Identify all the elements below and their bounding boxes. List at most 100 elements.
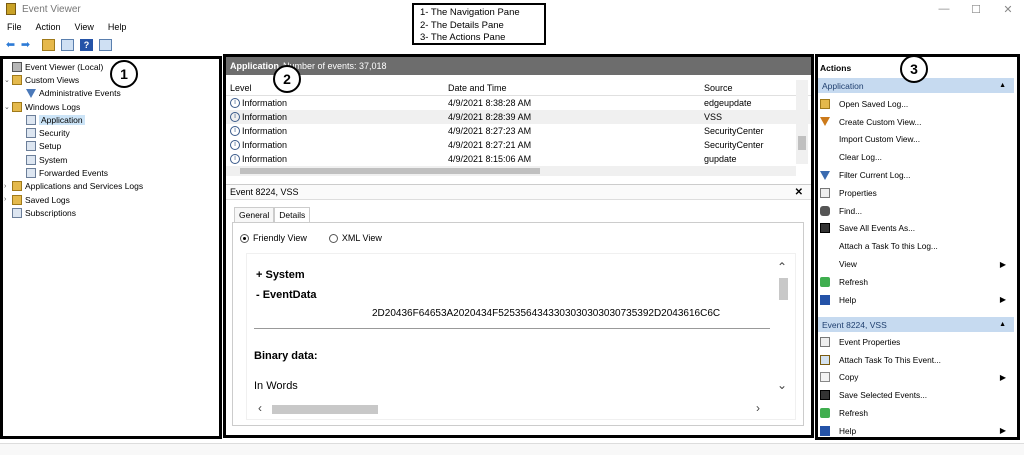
tab-details[interactable]: Details: [274, 207, 311, 222]
chevron-right-icon[interactable]: ›: [4, 183, 12, 190]
information-icon: i: [230, 126, 240, 136]
events-vertical-scrollbar[interactable]: [796, 80, 808, 164]
folder-up-icon[interactable]: [42, 39, 55, 51]
show-hide-tree-icon[interactable]: [61, 39, 74, 51]
tab-general[interactable]: General: [234, 207, 275, 222]
forward-arrow-icon[interactable]: ➡: [19, 39, 32, 51]
submenu-arrow-icon: ▶: [999, 259, 1006, 269]
table-row[interactable]: i Information 4/9/2021 8:27:21 AM Securit…: [226, 138, 811, 152]
refresh-icon: [820, 276, 830, 287]
scroll-down-icon[interactable]: ⌄: [777, 378, 787, 392]
system-node[interactable]: + System: [256, 269, 305, 281]
menu-help[interactable]: Help: [101, 20, 134, 34]
action-copy[interactable]: Copy ▶: [820, 369, 1014, 387]
minimize-button[interactable]: —: [928, 0, 960, 18]
events-horizontal-scrollbar[interactable]: [226, 166, 796, 176]
column-header-source[interactable]: Source: [704, 83, 804, 93]
action-import-custom-view[interactable]: Import Custom View...: [820, 131, 1014, 149]
maximize-button[interactable]: ☐: [960, 0, 992, 18]
tree-item-windows-logs[interactable]: ⌄ Windows Logs: [4, 100, 218, 113]
menu-file[interactable]: File: [0, 20, 29, 34]
eventdata-node[interactable]: - EventData: [256, 289, 317, 301]
event-title: Event 8224, VSS: [230, 187, 299, 197]
folder-icon: [12, 101, 22, 112]
tree-item-saved-logs[interactable]: › Saved Logs: [4, 193, 218, 206]
binary-data-label: Binary data:: [254, 350, 318, 362]
chevron-down-icon[interactable]: ⌄: [4, 103, 12, 111]
menu-bar: File Action View Help: [0, 20, 133, 34]
information-icon: i: [230, 98, 240, 108]
actions-section-event[interactable]: Event 8224, VSS ▲: [818, 317, 1014, 332]
submenu-arrow-icon: ▶: [999, 372, 1006, 382]
event-tabs: General Details: [234, 207, 311, 222]
details-horizontal-scrollbar[interactable]: ‹ ›: [254, 401, 774, 415]
table-row[interactable]: i Information 4/9/2021 8:38:28 AM edgeupd…: [226, 96, 811, 110]
scroll-up-icon[interactable]: ⌃: [777, 260, 787, 274]
save-icon: [820, 390, 830, 401]
action-refresh[interactable]: Refresh: [820, 273, 1014, 291]
action-find[interactable]: Find...: [820, 202, 1014, 220]
action-help-event[interactable]: Help ▶: [820, 422, 1014, 440]
chevron-down-icon[interactable]: ⌄: [4, 76, 12, 84]
scroll-right-icon[interactable]: ›: [756, 401, 760, 415]
hex-data: 2D20436F64653A2020434F525356434330303030…: [372, 308, 721, 319]
action-event-properties[interactable]: Event Properties: [820, 333, 1014, 351]
help-icon: [820, 425, 830, 436]
action-clear-log[interactable]: Clear Log...: [820, 148, 1014, 166]
tree-item-application[interactable]: Application: [4, 113, 218, 126]
log-icon: [26, 168, 36, 179]
find-icon: [820, 205, 830, 216]
legend-item-navigation: 1- The Navigation Pane: [420, 7, 520, 18]
marker-2: 2: [273, 65, 301, 93]
table-row[interactable]: i Information 4/9/2021 8:28:39 AM VSS: [226, 110, 811, 124]
help-icon[interactable]: ?: [80, 39, 93, 51]
folder-open-icon: [820, 98, 830, 109]
chevron-right-icon[interactable]: ›: [4, 196, 12, 203]
show-hide-action-pane-icon[interactable]: [99, 39, 112, 51]
collapse-icon[interactable]: ▲: [999, 321, 1006, 328]
details-vertical-scrollbar[interactable]: ⌃ ⌄: [777, 260, 789, 398]
tree-item-forwarded-events[interactable]: Forwarded Events: [4, 166, 218, 179]
events-table: Level Date and Time Source i Information …: [226, 80, 811, 178]
action-view[interactable]: View ▶: [820, 255, 1014, 273]
tree-item-subscriptions[interactable]: Subscriptions: [4, 206, 218, 219]
tree-item-administrative-events[interactable]: Administrative Events: [4, 87, 218, 100]
close-icon[interactable]: ✕: [795, 187, 803, 198]
action-attach-task-to-event[interactable]: Attach Task To This Event...: [820, 351, 1014, 369]
table-row[interactable]: i Information 4/9/2021 8:27:23 AM Securit…: [226, 124, 811, 138]
action-properties[interactable]: Properties: [820, 184, 1014, 202]
scroll-left-icon[interactable]: ‹: [258, 401, 262, 415]
tree-item-security[interactable]: Security: [4, 126, 218, 139]
actions-title: Actions: [820, 63, 852, 73]
submenu-arrow-icon: ▶: [999, 295, 1006, 305]
help-icon: [820, 294, 830, 305]
column-header-level[interactable]: Level: [226, 83, 448, 93]
event-viewer-app-icon: [6, 3, 16, 15]
close-button[interactable]: ✕: [992, 0, 1024, 18]
tree-item-system[interactable]: System: [4, 153, 218, 166]
collapse-icon[interactable]: ▲: [999, 82, 1006, 89]
table-row[interactable]: i Information 4/9/2021 8:15:06 AM gupdate: [226, 152, 811, 166]
legend-item-actions: 3- The Actions Pane: [420, 32, 506, 43]
action-filter-current-log[interactable]: Filter Current Log...: [820, 166, 1014, 184]
action-help[interactable]: Help ▶: [820, 291, 1014, 309]
action-save-all-events-as[interactable]: Save All Events As...: [820, 220, 1014, 238]
column-header-date-time[interactable]: Date and Time: [448, 83, 704, 93]
friendly-view-radio[interactable]: [240, 233, 249, 243]
action-create-custom-view[interactable]: Create Custom View...: [820, 113, 1014, 131]
properties-icon: [820, 187, 830, 198]
log-icon: [26, 114, 36, 125]
back-arrow-icon[interactable]: ⬅: [4, 39, 17, 51]
marker-1: 1: [110, 60, 138, 88]
xml-view-radio[interactable]: [328, 233, 338, 243]
tree-item-applications-and-services-logs[interactable]: › Applications and Services Logs: [4, 180, 218, 193]
filter-icon: [26, 88, 36, 98]
menu-action[interactable]: Action: [29, 20, 68, 34]
action-attach-task-to-log[interactable]: Attach a Task To this Log...: [820, 237, 1014, 255]
action-open-saved-log[interactable]: Open Saved Log...: [820, 95, 1014, 113]
action-refresh-event[interactable]: Refresh: [820, 404, 1014, 422]
action-save-selected-events[interactable]: Save Selected Events...: [820, 386, 1014, 404]
save-icon: [820, 223, 830, 234]
tree-item-setup[interactable]: Setup: [4, 140, 218, 153]
menu-view[interactable]: View: [68, 20, 101, 34]
